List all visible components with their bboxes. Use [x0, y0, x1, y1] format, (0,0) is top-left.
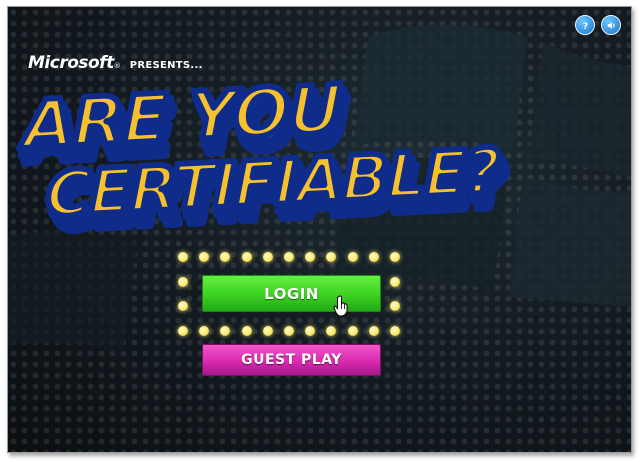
marquee-bulb [262, 326, 273, 336]
marquee-bulb [262, 252, 273, 262]
marquee-bulb [284, 252, 294, 262]
marquee-bulb [326, 252, 337, 262]
hand-cursor-icon [333, 295, 348, 317]
marquee-bulb [347, 252, 358, 262]
marquee-bulb [390, 326, 400, 336]
marquee-bulb [368, 252, 379, 262]
marquee-bulb [326, 326, 337, 336]
marquee-bulb [305, 326, 316, 336]
marquee-bulb [368, 326, 379, 336]
marquee-bulb [178, 252, 188, 262]
marquee-bulb [390, 276, 400, 287]
marquee-bulb [347, 326, 358, 336]
marquee-bulb [390, 252, 400, 262]
marquee-bulb [178, 301, 188, 312]
marquee-bulb [199, 252, 210, 262]
marquee-bulb [305, 252, 316, 262]
marquee-bulb [241, 252, 252, 262]
marquee-bulb [390, 301, 400, 312]
marquee-bulb [199, 326, 210, 336]
game-title-logo: ARE YOU ARE YOU ARE YOU CERTIFIABLE? CER… [15, 67, 511, 249]
game-window: ? Microsoft ® PRESENTS... ARE YOU ARE YO… [7, 6, 632, 453]
marquee-bulb [241, 326, 252, 336]
guest-play-button[interactable]: GUEST PLAY [202, 344, 381, 376]
marquee-bulb [220, 326, 231, 336]
marquee-bulb [284, 326, 294, 336]
marquee-bulb [178, 326, 188, 336]
login-button[interactable]: LOGIN [202, 275, 381, 312]
marquee-bulb [220, 252, 231, 262]
marquee-bulb [178, 276, 188, 287]
